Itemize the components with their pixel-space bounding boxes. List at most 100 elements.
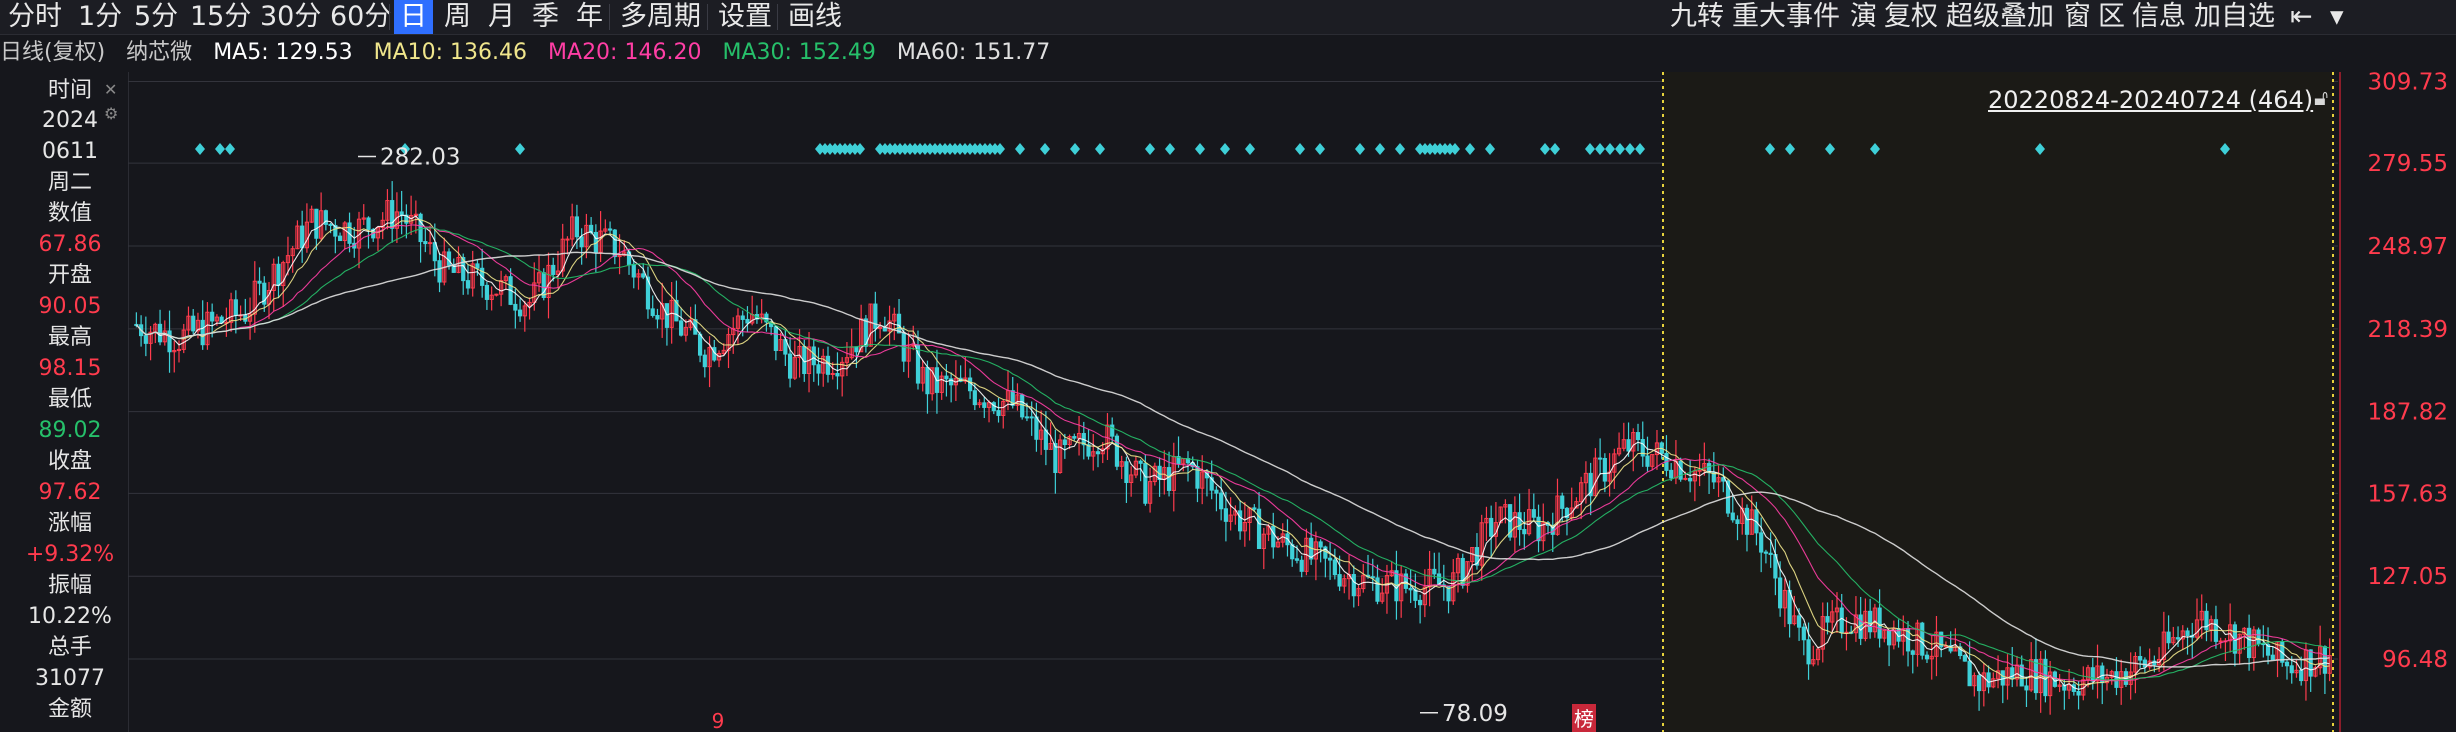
period-tab-12[interactable]: 设置: [712, 0, 778, 34]
period-tab-11[interactable]: 多周期: [614, 0, 707, 34]
volume-label: 总手: [47, 635, 92, 660]
y-tick-label: 157.63: [2368, 481, 2448, 507]
candle-body: [2289, 665, 2294, 674]
period-tab-8[interactable]: 月: [482, 0, 521, 34]
signal-diamond: [1220, 143, 1230, 155]
y-tick-label: 127.05: [2368, 564, 2448, 590]
candle-body: [446, 251, 452, 266]
candle-body: [1110, 424, 1115, 437]
period-label[interactable]: 日线(复权): [0, 40, 105, 65]
candle-body: [1332, 559, 1337, 576]
period-tab-0[interactable]: 分时: [2, 0, 68, 34]
candle-body: [484, 284, 490, 300]
toolbar-right-item-4[interactable]: 超级叠加: [1940, 0, 2060, 34]
candle-body: [257, 280, 262, 284]
candle-body: [2033, 659, 2039, 694]
candle-body: [944, 375, 949, 380]
open-value: 90.05: [38, 294, 102, 319]
candle-body: [1489, 517, 1494, 537]
candle-body: [1924, 654, 1930, 660]
ma60-value: MA60: 151.77: [896, 40, 1051, 65]
amplitude-value: 10.22%: [28, 604, 112, 629]
period-tab-7[interactable]: 周: [438, 0, 477, 34]
candle-body: [2175, 637, 2181, 640]
candle-body: [2247, 627, 2252, 659]
candle-body: [1351, 574, 1356, 597]
signal-diamond: [515, 143, 525, 155]
candle-body: [1787, 589, 1792, 625]
signal-diamond: [1195, 143, 1205, 155]
period-tab-9[interactable]: 季: [526, 0, 565, 34]
ranking-badge-label: 榜: [1574, 707, 1594, 731]
candle-body: [1669, 469, 1674, 479]
signal-diamond: [1040, 143, 1050, 155]
signal-diamond: [1485, 143, 1495, 155]
candle-body: [1626, 439, 1631, 452]
period-tab-6[interactable]: 日: [394, 0, 433, 34]
candle-body: [816, 364, 821, 374]
candle-body: [390, 200, 395, 229]
toolbar-separator: [609, 4, 610, 30]
weekday-value: 周二: [47, 170, 92, 195]
range-label[interactable]: 20220824-20240724 (464): [1988, 86, 2313, 114]
candle-body: [1238, 510, 1243, 532]
candle-body: [167, 330, 172, 353]
amount-label: 金额: [47, 697, 92, 722]
candle-body: [811, 346, 816, 366]
candle-body: [300, 225, 305, 249]
candle-body: [854, 346, 859, 353]
candle-body: [1683, 477, 1688, 480]
signal-diamond: [1550, 143, 1560, 155]
period-tab-5[interactable]: 60分: [324, 0, 397, 34]
candle-body: [1024, 416, 1030, 419]
signal-diamond: [1395, 143, 1405, 155]
signal-diamond: [215, 143, 225, 155]
signal-diamond: [1635, 143, 1645, 155]
kline-chart[interactable]: 309.73 279.55 248.97 218.39 187.82 157.63 127.…: [128, 72, 2456, 732]
candle-body: [366, 217, 371, 230]
period-tab-1[interactable]: 1分: [72, 0, 128, 34]
candle-body: [1318, 541, 1323, 548]
toolbar-right-item-3[interactable]: 复权: [1878, 0, 1944, 34]
candle-body: [1868, 610, 1873, 633]
high-annotation-label: 282.03: [380, 144, 460, 170]
candle-body: [1432, 568, 1437, 575]
period-tab-13[interactable]: 画线: [782, 0, 848, 34]
candle-body: [1560, 495, 1565, 509]
candle-body: [565, 238, 570, 241]
candle-body: [1124, 461, 1129, 484]
toolbar-right-item-7[interactable]: 信息: [2126, 0, 2192, 34]
candle-body: [1602, 457, 1607, 482]
candle-body: [1796, 615, 1802, 628]
jump-start-icon[interactable]: ⇤: [2284, 0, 2319, 34]
candle-body: [773, 326, 778, 351]
period-tab-4[interactable]: 30分: [254, 0, 327, 34]
toolbar-right-item-8[interactable]: 加自选: [2188, 0, 2281, 34]
signal-diamond: [225, 143, 235, 155]
period-tab-10[interactable]: 年: [570, 0, 609, 34]
candle-body: [612, 229, 617, 258]
signal-diamond: [1295, 143, 1305, 155]
candle-body: [2185, 630, 2190, 637]
quote-info-panel: 时间 2024 0611 周二 数值 67.86 开盘 90.05 最高 98.…: [0, 72, 129, 732]
candle-body: [337, 235, 343, 242]
candle-body: [982, 402, 987, 408]
candle-body: [641, 273, 646, 278]
candle-body: [551, 264, 556, 275]
candle-body: [1697, 469, 1702, 472]
close-label: 收盘: [47, 449, 92, 474]
period-tab-3[interactable]: 15分: [184, 0, 257, 34]
period-tab-2[interactable]: 5分: [128, 0, 184, 34]
candle-body: [328, 223, 333, 226]
candle-body: [1778, 577, 1783, 609]
close-icon[interactable]: ✕: [104, 80, 117, 99]
candle-body: [1138, 460, 1143, 464]
ma30-value: MA30: 152.49: [722, 40, 876, 65]
lock-icon[interactable]: 🔓︎: [2314, 86, 2328, 111]
candle-body: [664, 303, 670, 328]
dropdown-icon[interactable]: ▾: [2324, 0, 2350, 34]
candle-body: [830, 373, 835, 376]
gear-icon[interactable]: ⚙: [104, 104, 118, 123]
toolbar-right-item-0[interactable]: 九转: [1664, 0, 1730, 34]
toolbar-right-item-1[interactable]: 重大事件: [1726, 0, 1846, 34]
